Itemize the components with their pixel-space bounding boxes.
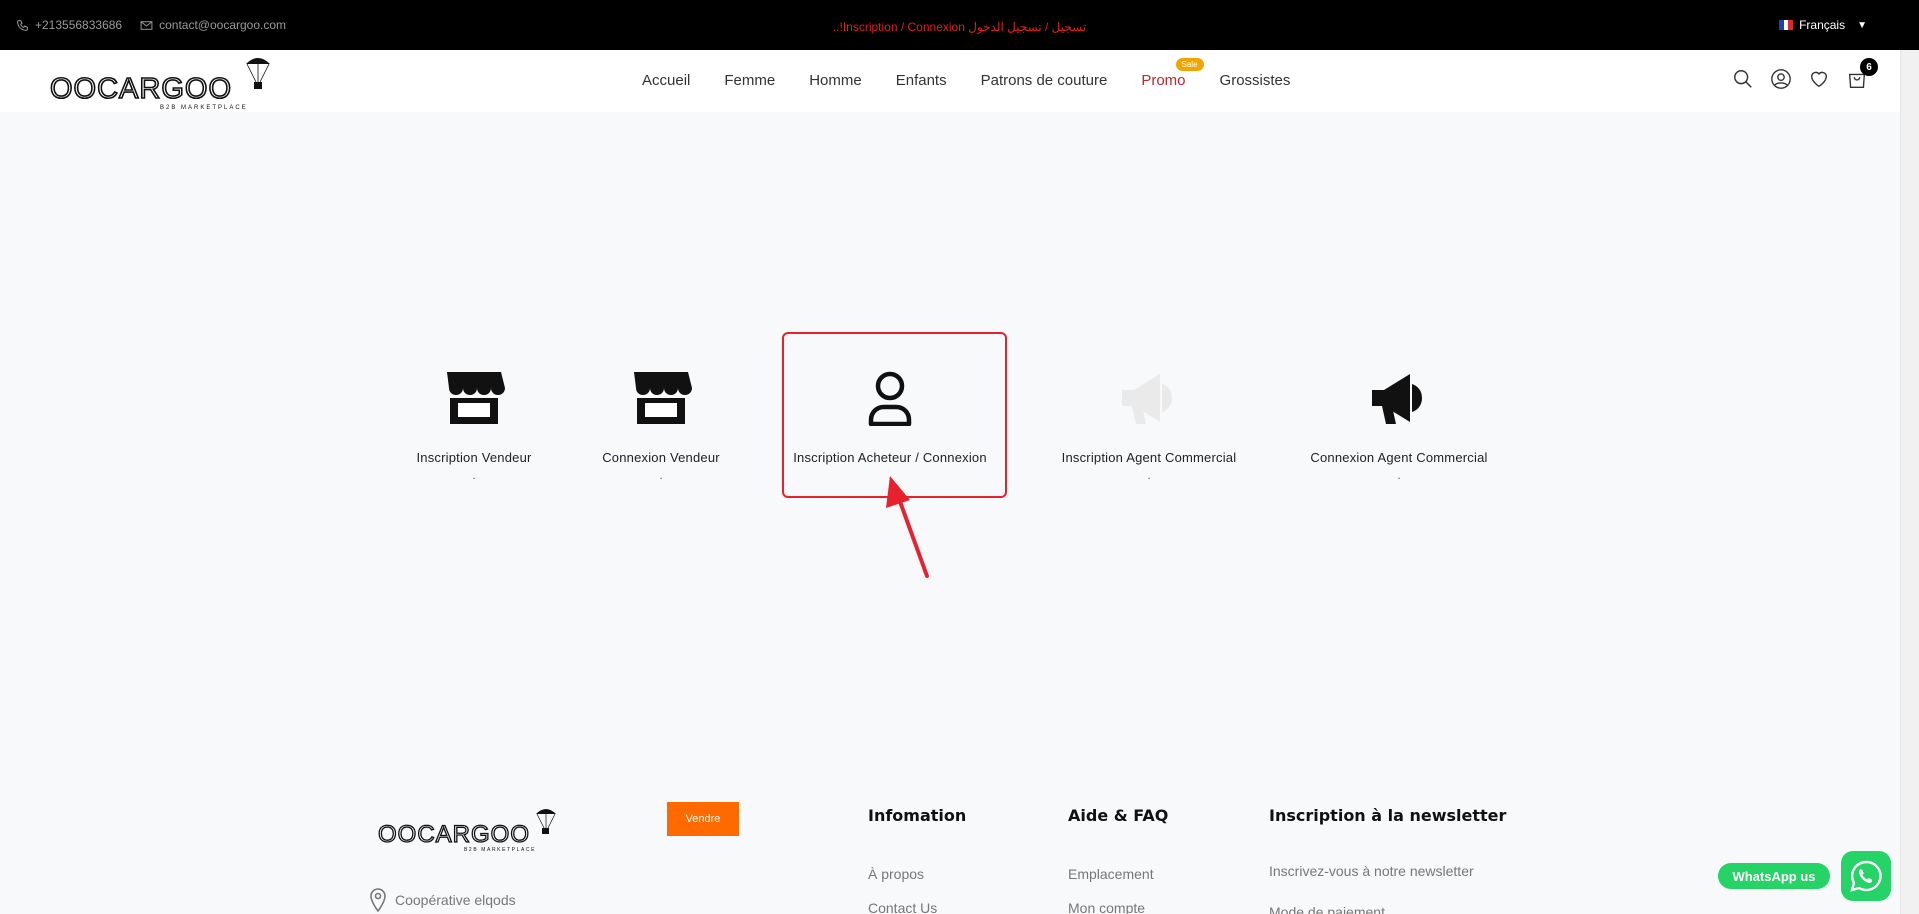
option-label: Connexion Agent Commercial — [1310, 450, 1488, 465]
pointer-arrow — [886, 476, 929, 578]
option-connexion-vendeur[interactable]: Connexion Vendeur . — [551, 368, 771, 481]
footer-logo[interactable]: OOCARGOO B2B MARKETPLACE — [376, 804, 564, 856]
language-selector[interactable]: Français ▼ — [1779, 18, 1867, 32]
bag-icon[interactable]: 6 — [1846, 58, 1878, 90]
store-icon — [551, 368, 771, 428]
vendre-button[interactable]: Vendre — [667, 802, 739, 836]
announcement-text[interactable]: ..!Inscription / Connexion تسجيل / تسجيل… — [0, 20, 1919, 34]
option-connexion-agent[interactable]: Connexion Agent Commercial . — [1289, 368, 1509, 481]
address-text: Coopérative elqods — [395, 892, 516, 908]
footer-info-title: Infomation — [868, 806, 967, 825]
newsletter-text-2[interactable]: Mode de paiement — [1269, 904, 1385, 914]
nav-promo[interactable]: Promo Sale — [1141, 58, 1204, 89]
brand-logo[interactable]: OOCARGOO B2B MARKETPLACE — [50, 54, 276, 110]
search-icon[interactable] — [1732, 68, 1754, 90]
footer-newsletter-title: Inscription à la newsletter — [1269, 806, 1507, 825]
footer-brand-name: OOCARGOO — [378, 821, 530, 848]
megaphone-icon — [1039, 368, 1259, 428]
option-label: Connexion Vendeur — [602, 450, 720, 465]
whatsapp-label-button[interactable]: WhatsApp us — [1718, 863, 1830, 889]
brand-tagline: B2B MARKETPLACE — [160, 105, 248, 110]
nav-promo-label: Promo — [1141, 72, 1186, 89]
option-dot: . — [1147, 468, 1151, 482]
france-flag-icon — [1779, 20, 1794, 30]
nav-patrons[interactable]: Patrons de couture — [981, 72, 1108, 89]
brand-name: OOCARGOO — [50, 73, 232, 105]
main-header: OOCARGOO B2B MARKETPLACE Accueil Femme H… — [0, 50, 1900, 112]
top-bar: +213556833686 contact@oocargoo.com ..!In… — [0, 0, 1919, 50]
footer-col-info: Infomation — [868, 806, 966, 825]
location-pin-icon — [370, 888, 386, 912]
option-dot: . — [659, 468, 663, 482]
footer-link-apropos[interactable]: À propos — [868, 866, 924, 882]
caret-down-icon: ▼ — [1857, 19, 1867, 31]
scrollbar[interactable] — [1900, 50, 1919, 914]
option-inscription-agent[interactable]: Inscription Agent Commercial . — [1039, 368, 1259, 481]
footer-brand-tagline: B2B MARKETPLACE — [464, 847, 536, 853]
nav-femme[interactable]: Femme — [724, 72, 775, 89]
nav-enfants[interactable]: Enfants — [896, 72, 947, 89]
footer-link-moncompte[interactable]: Mon compte — [1068, 900, 1145, 914]
heart-icon[interactable] — [1808, 68, 1830, 90]
megaphone-icon — [1289, 368, 1509, 428]
footer-col-help: Aide & FAQ — [1068, 806, 1168, 825]
footer-col-newsletter: Inscription à la newsletter — [1269, 806, 1506, 825]
newsletter-text: Inscrivez-vous à notre newsletter — [1269, 863, 1474, 879]
sale-badge: Sale — [1175, 58, 1204, 71]
whatsapp-button[interactable] — [1841, 851, 1891, 901]
main-nav: Accueil Femme Homme Enfants Patrons de c… — [642, 58, 1324, 89]
footer-help-title: Aide & FAQ — [1068, 806, 1169, 825]
nav-accueil[interactable]: Accueil — [642, 72, 690, 89]
footer-link-emplacement[interactable]: Emplacement — [1068, 866, 1154, 882]
nav-grossistes[interactable]: Grossistes — [1220, 72, 1291, 89]
footer-link-contact[interactable]: Contact Us — [868, 900, 937, 914]
cart-count-badge: 6 — [1860, 58, 1878, 76]
whatsapp-icon — [1850, 860, 1882, 892]
option-dot: . — [1397, 468, 1401, 482]
footer-address: Coopérative elqods — [369, 888, 516, 912]
option-label: Inscription Agent Commercial — [1061, 450, 1237, 465]
language-label: Français — [1799, 18, 1846, 32]
user-icon[interactable] — [1770, 68, 1792, 90]
nav-homme[interactable]: Homme — [809, 72, 862, 89]
header-icons: 6 — [1732, 58, 1878, 90]
